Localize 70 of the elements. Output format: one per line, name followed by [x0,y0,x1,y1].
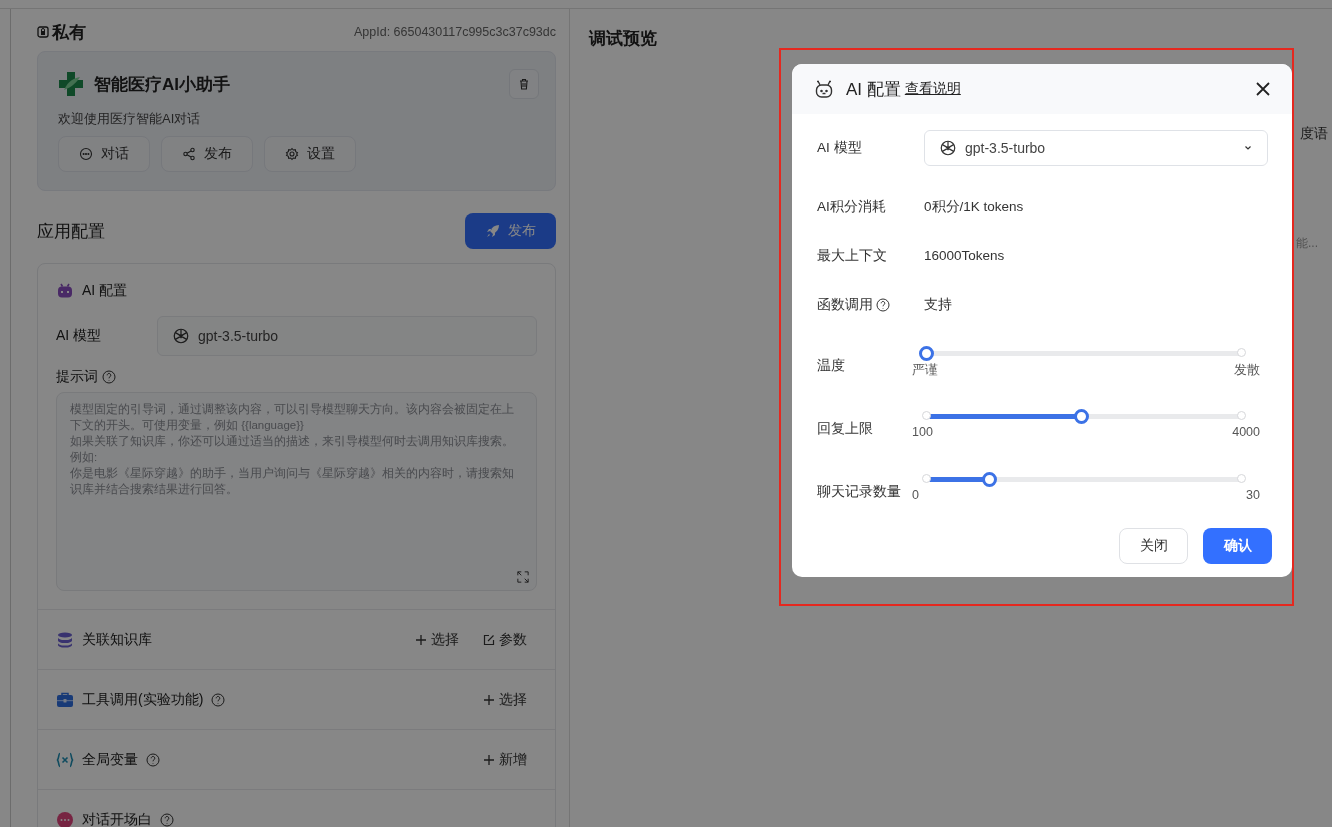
help-icon[interactable] [876,297,890,312]
app-action-button[interactable]: 对话 [58,136,150,172]
slider-max-label: 4000 [1232,425,1260,439]
rocket-icon [485,224,500,238]
field-label: 最大上下文 [817,246,887,265]
slider-min-label: 0 [912,488,919,502]
chat-icon [79,147,93,161]
model-logo-icon [939,139,957,157]
slider-min-label: 严谨 [912,362,938,379]
config-title: AI 配置 [82,282,128,300]
app-name: 智能医疗AI小助手 [94,73,231,96]
publish-button[interactable]: 发布 [465,213,556,249]
slider-max-label: 发散 [1234,362,1260,379]
module-title: 全局变量 [82,750,138,769]
slider-label: 温度 [817,357,845,375]
close-button[interactable]: 关闭 [1119,528,1188,564]
medical-cross-icon [58,71,84,97]
field-value: 支持 [924,295,952,314]
prompt-label: 提示词 [56,368,98,386]
model-label: AI 模型 [56,327,103,345]
expand-icon[interactable] [517,571,529,583]
dialog-title: AI 配置 [846,78,901,101]
field-value: 0积分/1K tokens [924,197,1024,216]
slider-label: 回复上限 [817,420,873,438]
module-action-button[interactable]: 选择 [415,630,459,649]
module-title: 工具调用(实验功能) [82,690,204,709]
help-icon[interactable] [146,752,160,767]
trash-icon [517,77,531,91]
help-icon[interactable] [102,370,116,384]
preview-text: 度语 [1300,125,1329,143]
field-label: AI 模型 [817,139,863,157]
app-intro: 欢迎使用医疗智能AI对话 [58,110,202,128]
module-action-button[interactable]: 新增 [483,750,527,769]
module-action-button[interactable]: 选择 [483,690,527,709]
robot-icon [56,282,74,300]
lock-icon [37,26,49,38]
app-id: AppId: 6650430117c995c3c37c93dc [353,25,556,39]
visibility-label: 私有 [52,21,86,44]
section-title: 应用配置 [37,220,105,243]
robot-icon [814,79,834,99]
settings-icon [285,147,299,161]
app-action-button[interactable]: 发布 [161,136,253,172]
module-title: 关联知识库 [82,630,152,649]
share-icon [182,147,196,161]
slider-label: 聊天记录数量 [817,483,901,501]
field-value: 16000Tokens [924,248,1005,263]
plus-icon [483,693,495,706]
module-action-button[interactable]: 参数 [483,630,527,649]
variable-icon [56,750,74,769]
database-icon [56,630,74,649]
help-icon[interactable] [160,812,174,827]
field-label: 函数调用 [817,295,873,314]
slider-min-label: 100 [912,425,933,439]
field-label: AI积分消耗 [817,197,886,216]
help-link[interactable]: 查看说明 [904,80,961,98]
plus-icon [415,633,427,646]
plus-icon [483,753,495,766]
edit-icon [483,633,495,646]
app-action-button[interactable]: 设置 [264,136,356,172]
model-select[interactable]: gpt-3.5-turbo [924,130,1268,166]
close-icon[interactable] [1256,82,1270,96]
preview-title: 调试预览 [589,28,658,50]
model-logo-icon [172,327,190,345]
slider-max-label: 30 [1246,488,1260,502]
delete-button[interactable] [509,69,539,99]
module-title: 对话开场白 [82,810,152,827]
model-field[interactable]: gpt-3.5-turbo [157,316,537,356]
help-icon[interactable] [211,692,226,707]
confirm-button[interactable]: 确认 [1203,528,1272,564]
toolbox-icon [56,690,74,709]
